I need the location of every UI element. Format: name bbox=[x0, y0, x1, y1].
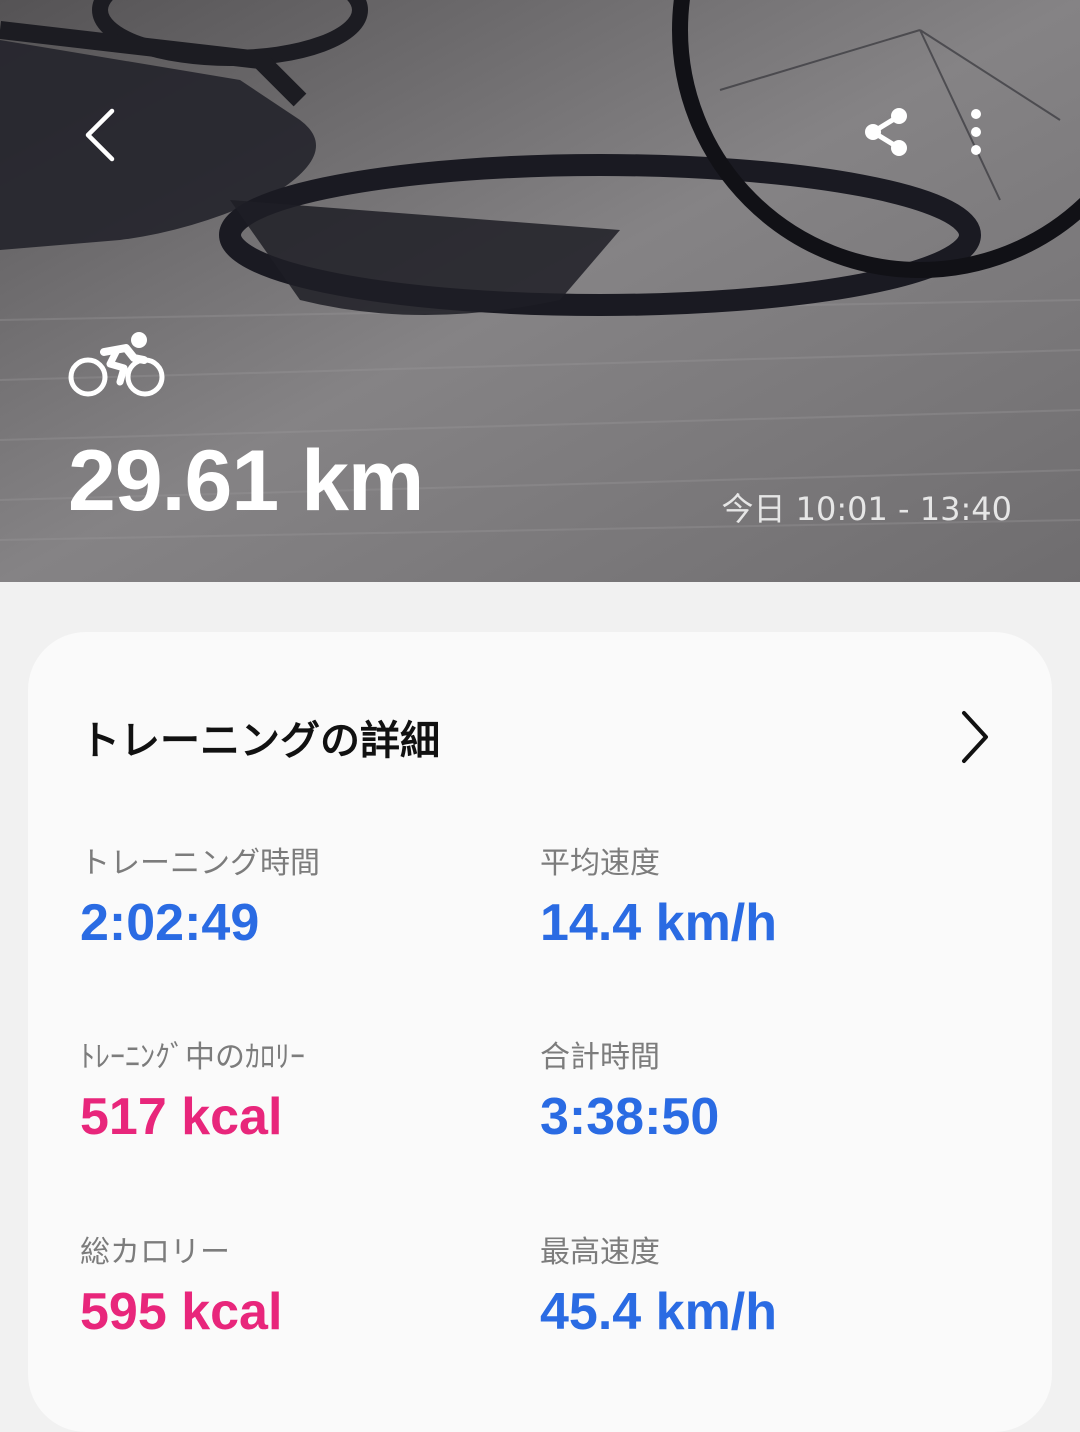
stat-total-time: 合計時間 3:38:50 bbox=[540, 1034, 960, 1150]
cycling-icon bbox=[68, 332, 165, 397]
stat-value: 517 kcal bbox=[80, 1088, 283, 1146]
stat-value: 3:38:50 bbox=[540, 1088, 720, 1146]
stat-value: 2:02:49 bbox=[80, 894, 260, 952]
more-options-button[interactable] bbox=[950, 100, 1002, 164]
more-vertical-icon bbox=[971, 109, 981, 155]
stat-label: 最高速度 bbox=[540, 1235, 660, 1270]
chevron-right-icon[interactable] bbox=[950, 704, 1000, 770]
stat-label: ﾄﾚｰﾆﾝｸﾞ中のｶﾛﾘｰ bbox=[80, 1040, 305, 1075]
training-details-card: トレーニングの詳細 トレーニング時間 2:02:49 平均速度 14.4 km/… bbox=[28, 632, 1052, 1432]
stat-max-speed: 最高速度 45.4 km/h bbox=[540, 1229, 960, 1345]
stat-label: トレーニング時間 bbox=[80, 846, 320, 881]
workout-time-range: 今日 10:01 - 13:40 bbox=[721, 490, 1012, 528]
back-button[interactable] bbox=[70, 95, 130, 175]
share-button[interactable] bbox=[855, 100, 919, 164]
hero-banner: 29.61 km 今日 10:01 - 13:40 bbox=[0, 0, 1080, 582]
stat-label: 平均速度 bbox=[540, 846, 660, 881]
stat-label: 合計時間 bbox=[540, 1040, 660, 1075]
stat-value: 45.4 km/h bbox=[540, 1283, 778, 1341]
stat-training-calories: ﾄﾚｰﾆﾝｸﾞ中のｶﾛﾘｰ 517 kcal bbox=[80, 1034, 500, 1150]
stat-total-calories: 総カロリー 595 kcal bbox=[80, 1229, 500, 1345]
stat-value: 595 kcal bbox=[80, 1283, 283, 1341]
stat-value: 14.4 km/h bbox=[540, 894, 778, 952]
share-icon bbox=[865, 108, 907, 156]
training-details-header[interactable]: トレーニングの詳細 bbox=[80, 704, 1000, 770]
stat-training-time: トレーニング時間 2:02:49 bbox=[80, 840, 500, 956]
card-title: トレーニングの詳細 bbox=[80, 718, 440, 764]
distance-value: 29.61 km bbox=[68, 433, 424, 529]
stat-label: 総カロリー bbox=[80, 1235, 230, 1270]
chevron-left-icon bbox=[85, 108, 115, 162]
stat-average-speed: 平均速度 14.4 km/h bbox=[540, 840, 960, 956]
